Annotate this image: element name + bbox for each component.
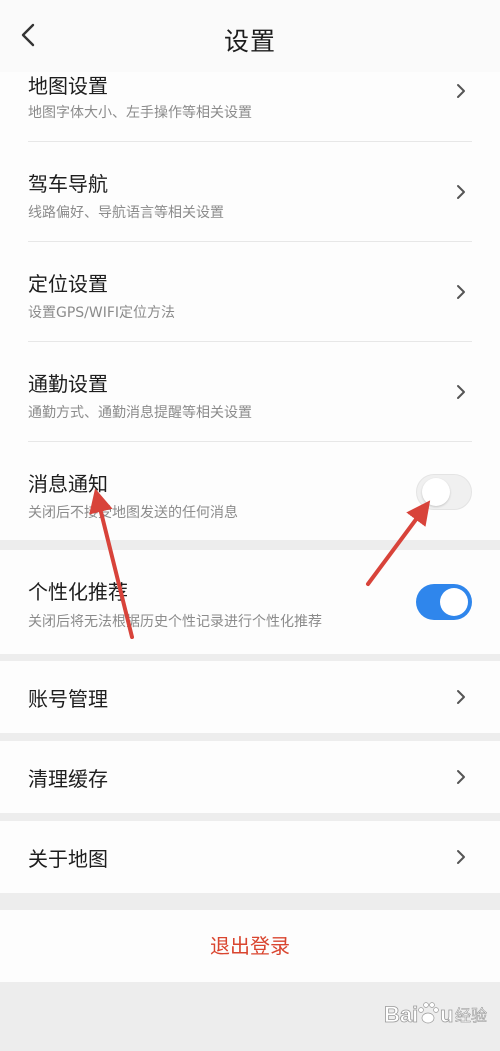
settings-item-commute[interactable]: 通勤设置 通勤方式、通勤消息提醒等相关设置	[0, 342, 500, 442]
header-bar: 设置	[0, 0, 500, 72]
settings-item-subtitle: 关闭后不接受地图发送的任何消息	[28, 505, 238, 521]
page-title: 设置	[223, 27, 276, 56]
svg-text:u: u	[440, 1002, 453, 1027]
settings-item-clear-cache[interactable]: 清理缓存	[0, 741, 500, 813]
settings-item-map[interactable]: 地图设置 地图字体大小、左手操作等相关设置	[0, 60, 500, 142]
personalization-group: 个性化推荐 关闭后将无法根据历史个性记录进行个性化推荐	[0, 550, 500, 654]
personalization-toggle[interactable]	[416, 584, 472, 620]
about-group: 关于地图	[0, 821, 500, 893]
settings-item-subtitle: 线路偏好、导航语言等相关设置	[28, 205, 224, 221]
chevron-right-icon	[457, 850, 465, 864]
chevron-right-icon	[457, 770, 465, 784]
chevron-right-icon	[457, 185, 465, 199]
chevron-right-icon	[457, 385, 465, 399]
baidu-jingyan-watermark: Bai u 经验	[384, 1002, 487, 1028]
settings-item-subtitle: 关闭后将无法根据历史个性记录进行个性化推荐	[28, 614, 322, 630]
settings-item-location[interactable]: 定位设置 设置GPS/WIFI定位方法	[0, 242, 500, 342]
settings-item-title: 账号管理	[28, 687, 108, 711]
settings-item-subtitle: 地图字体大小、左手操作等相关设置	[28, 105, 252, 121]
settings-item-about[interactable]: 关于地图	[0, 821, 500, 893]
settings-group: 地图设置 地图字体大小、左手操作等相关设置 驾车导航 线路偏好、导航语言等相关设…	[0, 60, 500, 540]
settings-item-subtitle: 通勤方式、通勤消息提醒等相关设置	[28, 405, 252, 421]
cache-group: 清理缓存	[0, 741, 500, 813]
svg-text:经验: 经验	[455, 1006, 487, 1025]
svg-text:Bai: Bai	[384, 1002, 418, 1027]
toggle-knob	[440, 588, 468, 616]
chevron-right-icon	[457, 84, 465, 98]
settings-item-title: 关于地图	[28, 847, 108, 871]
settings-item-driving-navigation[interactable]: 驾车导航 线路偏好、导航语言等相关设置	[0, 142, 500, 242]
settings-item-title: 通勤设置	[28, 372, 108, 396]
logout-label: 退出登录	[210, 934, 290, 958]
settings-item-title: 个性化推荐	[28, 580, 128, 604]
account-group: 账号管理	[0, 661, 500, 733]
settings-item-personalized-recommendation: 个性化推荐 关闭后将无法根据历史个性记录进行个性化推荐	[0, 550, 500, 654]
settings-item-title: 清理缓存	[28, 767, 108, 791]
settings-item-title: 驾车导航	[28, 172, 108, 196]
settings-item-title: 定位设置	[28, 272, 108, 296]
logout-button[interactable]: 退出登录	[0, 910, 500, 982]
settings-item-account[interactable]: 账号管理	[0, 661, 500, 733]
settings-item-subtitle: 设置GPS/WIFI定位方法	[28, 305, 176, 321]
chevron-right-icon	[457, 285, 465, 299]
toggle-knob	[422, 478, 450, 506]
notifications-toggle[interactable]	[416, 474, 472, 510]
settings-item-notifications: 消息通知 关闭后不接受地图发送的任何消息	[0, 442, 500, 540]
settings-item-title: 地图设置	[28, 74, 108, 98]
settings-item-title: 消息通知	[28, 472, 108, 496]
chevron-right-icon	[457, 690, 465, 704]
